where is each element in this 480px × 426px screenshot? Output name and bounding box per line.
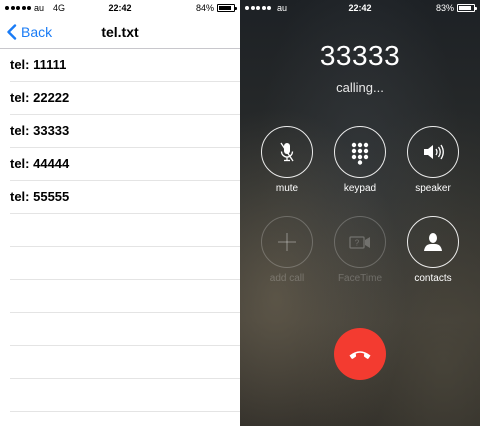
status-bar: au 22:42 83% <box>240 0 480 16</box>
speaker-button[interactable] <box>407 126 459 178</box>
contacts-control: contacts <box>395 216 471 284</box>
speaker-icon <box>424 144 444 160</box>
network-type: 4G <box>53 3 66 13</box>
status-bar: au 4G 22:42 84% <box>0 0 240 16</box>
end-call-button[interactable] <box>334 328 386 380</box>
keypad-button[interactable] <box>334 126 386 178</box>
contacts-button[interactable] <box>407 216 459 268</box>
battery-percentage: 84% <box>195 3 214 13</box>
contact-person-icon <box>424 233 442 251</box>
text-viewer-screen: au 4G 22:42 84% Back tel.txt tel: 11111 … <box>0 0 240 426</box>
add-call-button[interactable] <box>261 216 313 268</box>
keypad-icon <box>351 142 369 165</box>
text-line: tel: 33333 <box>10 115 240 148</box>
carrier-name: au <box>34 3 45 13</box>
mute-button[interactable] <box>261 126 313 178</box>
speaker-label: speaker <box>415 183 451 194</box>
signal-strength-icon <box>5 6 31 10</box>
facetime-icon: ? <box>349 236 370 249</box>
text-line <box>10 313 240 346</box>
text-line: tel: 22222 <box>10 82 240 115</box>
phone-hangup-icon <box>349 351 371 359</box>
keypad-label: keypad <box>343 183 377 194</box>
carrier-name: au <box>277 3 288 13</box>
facetime-control: ? FaceTime <box>322 216 398 284</box>
text-line: tel: 55555 <box>10 181 240 214</box>
microphone-muted-icon <box>280 142 294 162</box>
text-line: tel: 11111 <box>10 49 240 82</box>
back-label: Back <box>21 24 53 40</box>
battery-icon <box>217 4 237 12</box>
add-call-control: add call <box>249 216 325 284</box>
mute-control: mute <box>249 126 325 194</box>
contacts-label: contacts <box>414 273 452 284</box>
back-button[interactable]: Back <box>0 24 52 40</box>
text-line <box>10 247 240 280</box>
text-line <box>10 412 240 426</box>
add-call-label: add call <box>269 273 305 284</box>
text-line <box>10 346 240 379</box>
svg-text:?: ? <box>355 239 360 248</box>
navigation-bar: Back tel.txt <box>0 16 240 49</box>
text-line <box>10 379 240 412</box>
facetime-button[interactable]: ? <box>334 216 386 268</box>
speaker-control: speaker <box>395 126 471 194</box>
mute-label: mute <box>275 183 299 194</box>
keypad-control: keypad <box>322 126 398 194</box>
facetime-label: FaceTime <box>337 273 383 284</box>
battery-icon <box>457 4 477 12</box>
file-content-list: tel: 11111 tel: 22222 tel: 33333 tel: 44… <box>0 49 240 426</box>
text-line <box>10 214 240 247</box>
text-line: tel: 44444 <box>10 148 240 181</box>
dialed-number: 33333 <box>319 40 401 71</box>
text-line <box>10 280 240 313</box>
chevron-left-icon <box>7 24 17 40</box>
call-status: calling... <box>336 80 384 95</box>
call-screen: au 22:42 83% 33333 calling... mute keypa… <box>240 0 480 426</box>
battery-percentage: 83% <box>435 3 454 13</box>
signal-strength-icon <box>245 6 271 10</box>
plus-icon <box>278 233 296 251</box>
